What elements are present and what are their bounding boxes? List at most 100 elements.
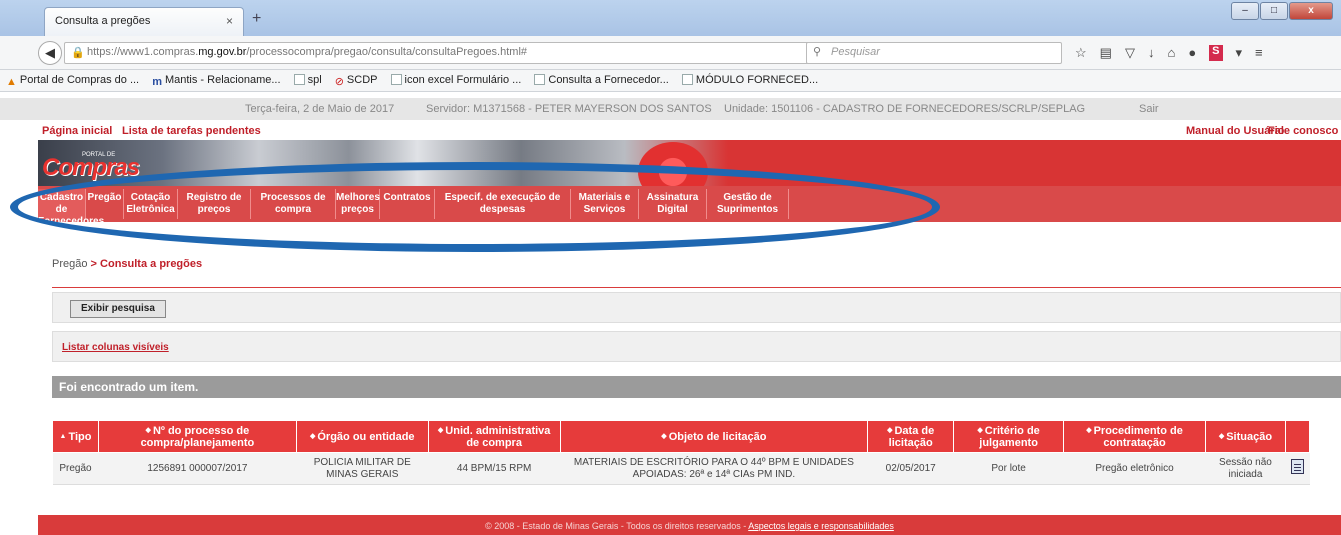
mantis-icon: m [152,76,162,88]
search-panel: Exibir pesquisa [52,292,1341,323]
bookmark-item[interactable]: icon excel Formulário ... [390,74,521,86]
new-tab-button[interactable]: + [252,10,261,28]
tasks-link[interactable]: Lista de tarefas pendentes [122,125,261,137]
tab-title: Consulta a pregões [55,15,151,27]
table-row[interactable]: Pregão 1256891 000007/2017 POLICIA MILIT… [52,452,1310,485]
breadcrumb-parent[interactable]: Pregão [52,258,87,270]
col-procedimento[interactable]: ◆ Procedimento de contratação [1063,420,1206,453]
col-objeto[interactable]: ◆ Objeto de licitação [559,420,869,453]
address-bar[interactable]: 🔒 https://www1.compras.mg.gov.br/process… [64,42,844,64]
page-icon [534,74,546,85]
portal-icon: ▲ [6,76,17,88]
sort-icon: ◆ [145,426,151,434]
cell-data: 02/05/2017 [867,452,954,485]
sort-icon: ◆ [437,426,444,434]
cell-orgao: POLICIA MILITAR DE MINAS GERAIS [296,452,429,485]
menu-gestao-suprimentos[interactable]: Gestão de Suprimentos [707,189,789,219]
home-link[interactable]: Página inicial [42,125,112,137]
chat-icon[interactable]: ● [1188,45,1196,61]
user-unit: Unidade: 1501106 - CADASTRO DE FORNECEDO… [724,103,1086,115]
menu-processos-compra[interactable]: Processos de compra [251,189,336,219]
browser-tab[interactable]: Consulta a pregões × [44,7,244,36]
minimize-icon[interactable]: – [1231,2,1259,20]
cell-criterio: Por lote [953,452,1064,485]
cell-numero: 1256891 000007/2017 [98,452,297,485]
bookmark-item[interactable]: Consulta a Fornecedor... [534,74,669,86]
compras-logo[interactable]: Compras [42,154,140,182]
show-search-button[interactable]: Exibir pesquisa [70,300,166,318]
col-tipo[interactable]: ▲ Tipo [52,420,99,453]
col-actions [1284,420,1311,453]
sort-icon: ◆ [309,432,316,440]
toolbar-icons: ☆ ▤ ▽ ↓ ⌂ ● S ▾ ≡ [1075,45,1263,61]
bookmark-item[interactable]: spl [293,74,322,86]
search-input[interactable]: ⚲ Pesquisar [806,42,1062,64]
result-count-bar: Foi encontrado um item. [52,376,1341,398]
sort-icon: ◆ [977,426,983,434]
cell-actions [1285,452,1310,485]
contact-link[interactable]: Fale conosco [1268,125,1338,137]
bookmark-item[interactable]: ⊘ SCDP [334,74,378,88]
window-titlebar: Consulta a pregões × + – □ x [0,0,1341,36]
col-situacao[interactable]: ◆ Situação [1204,420,1286,453]
page-icon [681,74,693,85]
download-icon[interactable]: ↓ [1148,45,1155,61]
current-date: Terça-feira, 2 de Maio de 2017 [245,103,395,115]
sort-icon: ◆ [1218,432,1225,440]
table-header-row: ▲ Tipo ◆ Nº do processo de compra/planejam… [52,420,1311,453]
bookmark-item[interactable]: m Mantis - Relacioname... [152,74,280,88]
cell-unidade: 44 BPM/15 RPM [428,452,561,485]
menu-cadastro-fornecedores[interactable]: Cadastro de Fornecedores [38,189,104,227]
url-host: mg.gov.br [198,46,247,58]
menu-pregao[interactable]: Pregão [86,189,124,219]
col-numero-processo[interactable]: ◆ Nº do processo de compra/planejamento [97,420,297,453]
cell-situacao: Sessão não iniciada [1205,452,1286,485]
bookmark-item[interactable]: MÓDULO FORNECED... [681,74,818,86]
sort-icon: ◆ [1086,426,1092,434]
list-visible-columns-link[interactable]: Listar colunas visíveis [62,342,169,353]
back-arrow-icon[interactable]: ◀ [38,41,62,65]
view-document-icon[interactable] [1290,459,1304,474]
menu-melhores-precos[interactable]: Melhores preços [336,189,380,219]
bookmark-item[interactable]: ▲ Portal de Compras do ... [6,74,139,88]
col-unidade[interactable]: ◆ Unid. administrativa de compra [427,420,561,453]
footer-legal-link[interactable]: Aspectos legais e responsabilidades [748,521,894,531]
scdp-icon: ⊘ [334,76,344,88]
sort-icon: ◆ [887,426,893,434]
breadcrumb-separator: > [87,258,101,270]
bookmark-star-icon[interactable]: ☆ [1075,45,1087,61]
server-user: Servidor: M1371568 - PETER MAYERSON DOS … [426,103,712,115]
addon-s-icon[interactable]: S [1209,45,1223,61]
menu-registro-precos[interactable]: Registro de preços [178,189,251,219]
banner-photo [38,140,728,186]
page-icon [390,74,402,85]
search-placeholder: Pesquisar [831,46,880,58]
menu-materiais-servicos[interactable]: Materiais e Serviços [571,189,639,219]
session-infobar: Terça-feira, 2 de Maio de 2017 Servidor:… [0,98,1341,120]
col-criterio[interactable]: ◆ Critério de julgamento [953,420,1065,453]
logo-caption: PORTAL DE [82,152,116,158]
pocket-icon[interactable]: ▽ [1125,45,1135,61]
home-icon[interactable]: ⌂ [1167,45,1175,61]
maximize-icon[interactable]: □ [1260,2,1288,20]
menu-cotacao-eletronica[interactable]: Cotação Eletrônica [124,189,178,219]
col-data[interactable]: ◆ Data de licitação [867,420,955,453]
window-controls: – □ x [1231,2,1333,20]
breadcrumb-current: Consulta a pregões [100,258,203,270]
breadcrumb: Pregão > Consulta a pregões [52,258,202,270]
menu-contratos[interactable]: Contratos [380,189,435,219]
logout-link[interactable]: Sair [1139,103,1159,115]
menu-icon[interactable]: ≡ [1255,45,1263,61]
url-prefix: https://www1.compras. [87,46,199,58]
top-links: Página inicial Lista de tarefas pendente… [0,122,1341,140]
close-window-icon[interactable]: x [1289,2,1333,20]
lock-icon: 🔒 [71,47,85,59]
col-orgao[interactable]: ◆ Órgão ou entidade [295,420,429,453]
dropdown-icon[interactable]: ▾ [1236,45,1243,61]
bookmarks-list-icon[interactable]: ▤ [1100,45,1112,61]
close-tab-icon[interactable]: × [226,14,233,28]
sort-icon: ◆ [661,432,667,440]
menu-especif-execucao[interactable]: Especif. de execução de despesas [435,189,571,219]
menu-assinatura-digital[interactable]: Assinatura Digital [639,189,707,219]
footer-copyright: © 2008 - Estado de Minas Gerais - Todos … [485,521,749,531]
